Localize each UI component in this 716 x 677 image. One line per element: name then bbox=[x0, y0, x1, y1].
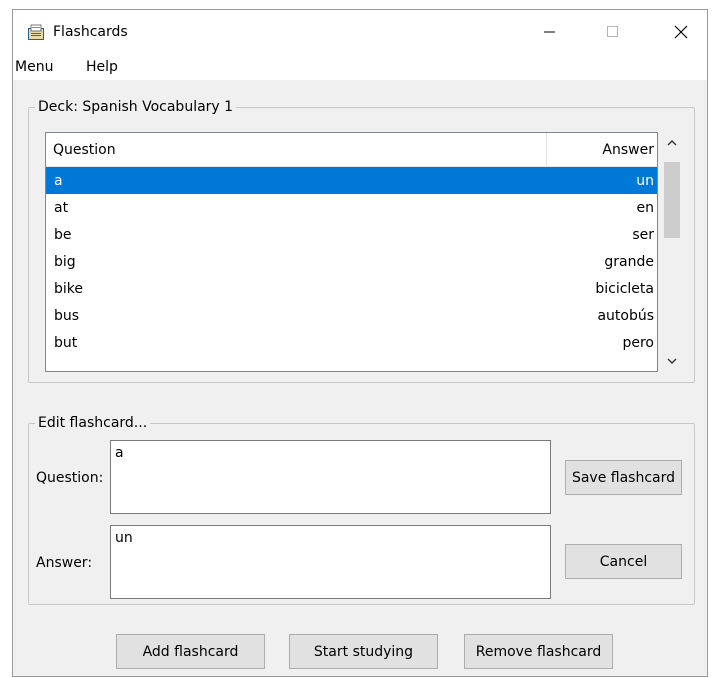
column-header-question[interactable]: Question bbox=[46, 133, 547, 166]
scroll-down-button[interactable] bbox=[660, 350, 683, 372]
list-item[interactable]: bus autobús bbox=[46, 302, 657, 329]
save-flashcard-button[interactable]: Save flashcard bbox=[565, 460, 682, 495]
title-bar[interactable]: Flashcards bbox=[13, 10, 707, 54]
menu-bar: Menu Help bbox=[13, 54, 707, 80]
list-item[interactable]: bike bicicleta bbox=[46, 275, 657, 302]
answer-label: Answer: bbox=[36, 555, 93, 571]
question-cell: bus bbox=[54, 308, 80, 324]
chevron-down-icon bbox=[667, 358, 676, 364]
list-item[interactable]: big grande bbox=[46, 248, 657, 275]
list-item[interactable]: at en bbox=[46, 194, 657, 221]
maximize-button[interactable] bbox=[590, 10, 636, 54]
list-header: Question Answer bbox=[46, 133, 657, 167]
answer-cell: bicicleta bbox=[595, 281, 654, 297]
question-cell: big bbox=[54, 254, 76, 270]
menu-item-help[interactable]: Help bbox=[86, 57, 118, 77]
maximize-icon bbox=[607, 26, 618, 37]
question-cell: a bbox=[54, 173, 63, 189]
question-cell: be bbox=[54, 227, 72, 243]
question-field[interactable]: a bbox=[110, 440, 551, 514]
minimize-icon bbox=[544, 31, 555, 33]
answer-cell: pero bbox=[622, 335, 654, 351]
close-button[interactable] bbox=[658, 10, 704, 54]
question-cell: but bbox=[54, 335, 78, 351]
add-flashcard-button[interactable]: Add flashcard bbox=[116, 634, 265, 669]
answer-cell: autobús bbox=[597, 308, 654, 324]
answer-cell: ser bbox=[632, 227, 654, 243]
window-title: Flashcards bbox=[53, 24, 128, 40]
scroll-up-button[interactable] bbox=[660, 132, 683, 154]
answer-cell: en bbox=[636, 200, 655, 216]
menu-item-menu[interactable]: Menu bbox=[15, 57, 53, 77]
flashcards-window: Flashcards Menu Help Deck: Spanish Vocab… bbox=[12, 9, 708, 677]
flashcards-app-icon bbox=[28, 24, 44, 40]
answer-cell: grande bbox=[604, 254, 654, 270]
cancel-button[interactable]: Cancel bbox=[565, 544, 682, 579]
question-cell: bike bbox=[54, 281, 83, 297]
edit-group-label: Edit flashcard... bbox=[35, 414, 151, 432]
answer-cell: un bbox=[636, 173, 654, 189]
list-scrollbar[interactable] bbox=[660, 132, 683, 372]
flashcard-list[interactable]: Question Answer a un at en be ser big gr… bbox=[45, 132, 658, 372]
answer-field[interactable]: un bbox=[110, 525, 551, 599]
list-item[interactable]: be ser bbox=[46, 221, 657, 248]
close-icon bbox=[674, 25, 688, 39]
start-studying-button[interactable]: Start studying bbox=[289, 634, 438, 669]
chevron-up-icon bbox=[667, 140, 676, 146]
column-header-answer[interactable]: Answer bbox=[547, 133, 657, 166]
question-cell: at bbox=[54, 200, 69, 216]
remove-flashcard-button[interactable]: Remove flashcard bbox=[464, 634, 613, 669]
deck-group-label: Deck: Spanish Vocabulary 1 bbox=[35, 98, 237, 116]
question-label: Question: bbox=[36, 470, 104, 486]
list-item[interactable]: but pero bbox=[46, 329, 657, 356]
scroll-thumb[interactable] bbox=[664, 162, 680, 238]
list-item[interactable]: a un bbox=[46, 167, 657, 194]
minimize-button[interactable] bbox=[527, 10, 573, 54]
